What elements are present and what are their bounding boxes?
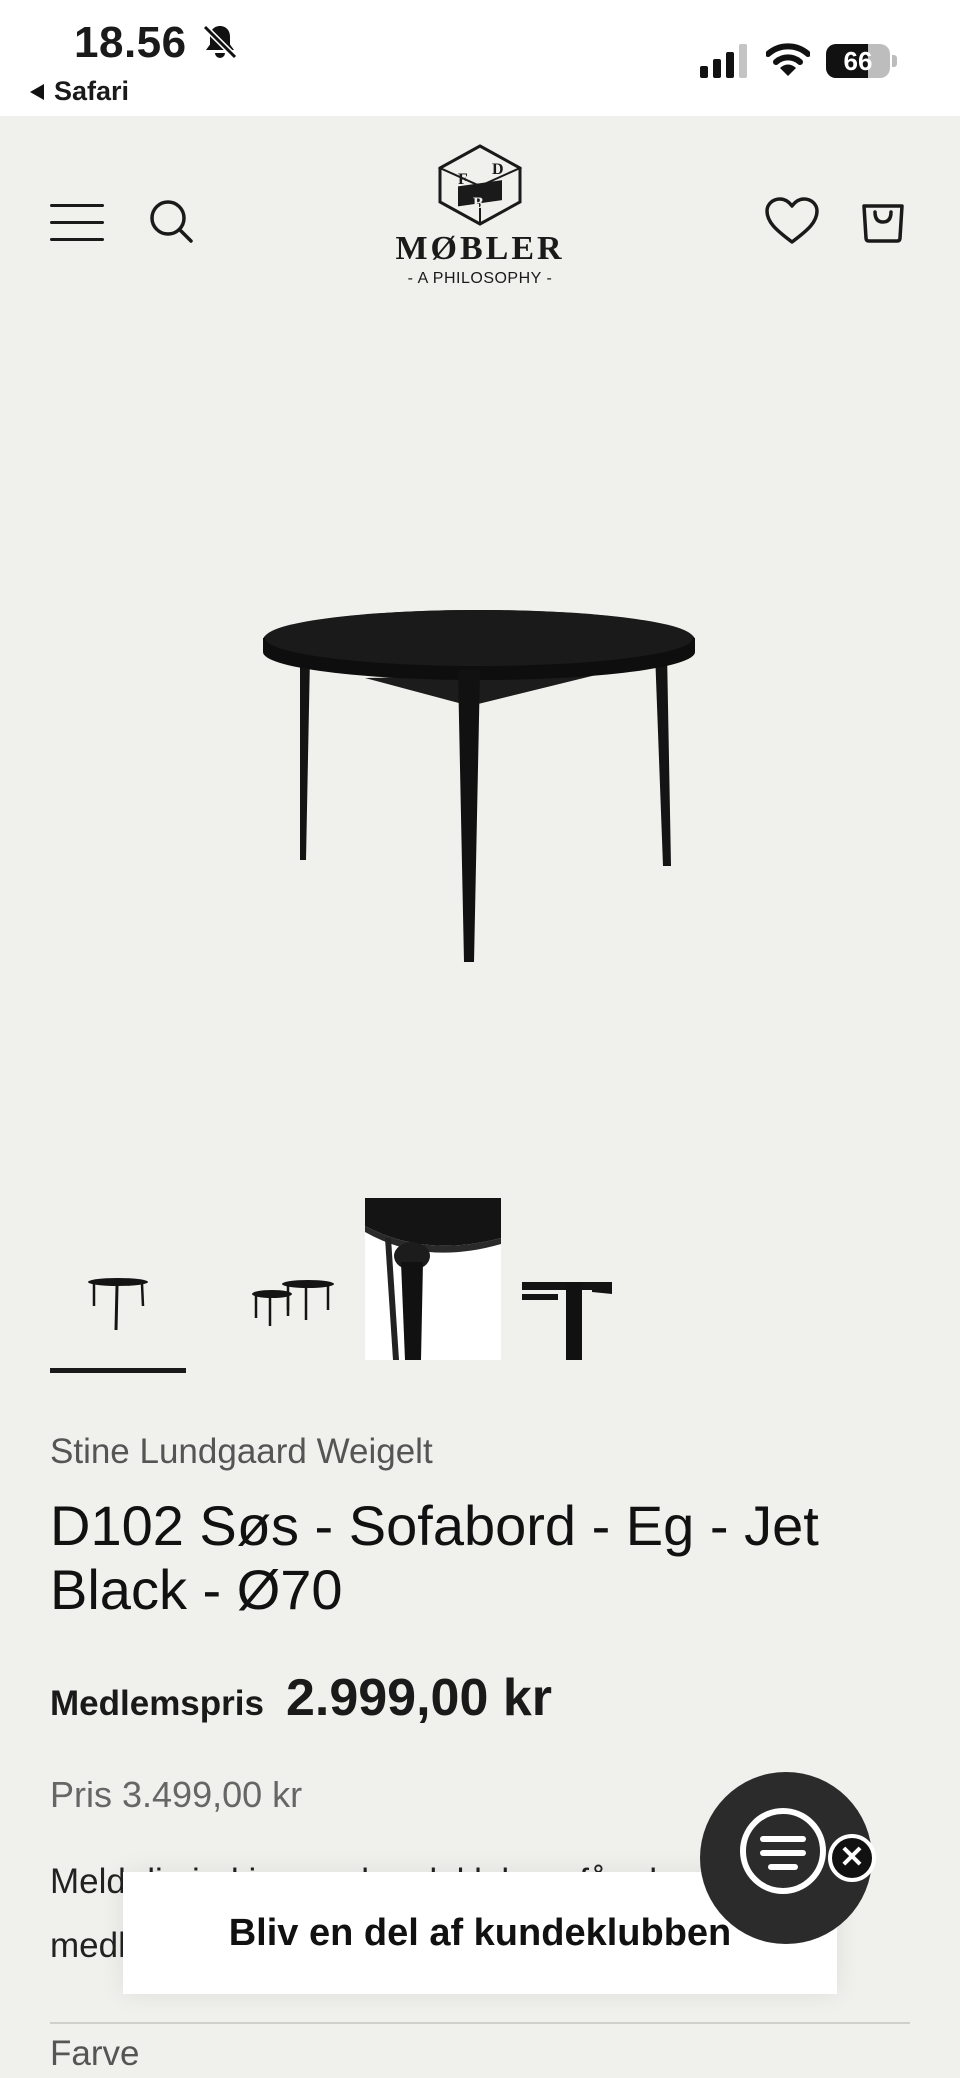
status-time: 18.56 (74, 18, 187, 67)
thumbnail-4[interactable] (522, 1198, 612, 1360)
status-bar: 18.56 Safari 66 (0, 0, 960, 116)
logo-tagline: - A PHILOSOPHY - (407, 270, 553, 287)
heart-icon[interactable] (764, 196, 820, 246)
back-arrow-icon (30, 83, 44, 100)
site-logo[interactable]: F D B MØBLER - A PHILOSOPHY - (380, 142, 580, 302)
logo-wordmark: MØBLER (395, 230, 565, 267)
battery-icon: 66 (826, 44, 897, 78)
product-designer[interactable]: Stine Lundgaard Weigelt (50, 1432, 433, 1472)
thumbnail-strip (0, 1198, 960, 1378)
regular-price: Pris 3.499,00 kr (50, 1774, 303, 1815)
product-main-image[interactable] (0, 326, 960, 1186)
site-header: F D B MØBLER - A PHILOSOPHY - (0, 116, 960, 326)
back-to-safari[interactable]: Safari (30, 76, 129, 107)
search-icon[interactable] (148, 198, 194, 244)
back-app-label: Safari (54, 76, 130, 106)
logo-letter-1: F (458, 171, 468, 188)
thumbnail-active-indicator (50, 1368, 186, 1373)
cellular-signal-icon (700, 44, 747, 78)
menu-icon[interactable] (50, 204, 104, 242)
battery-level: 66 (843, 46, 873, 76)
product-title: D102 Søs - Sofabord - Eg - Jet Black - Ø… (50, 1494, 819, 1621)
color-label: Farve (50, 2034, 140, 2073)
section-divider (50, 2022, 910, 2024)
thumbnail-2[interactable] (222, 1198, 358, 1360)
logo-mark-icon: F D B (437, 144, 523, 226)
member-price-value: 2.999,00 kr (285, 1669, 552, 1727)
chat-icon (740, 1808, 826, 1894)
bell-slash-icon (202, 24, 238, 60)
member-price-label: Medlemspris (50, 1684, 264, 1723)
logo-letter-3: B (473, 195, 484, 212)
shopping-bag-icon[interactable] (858, 194, 908, 244)
thumbnail-1[interactable] (50, 1198, 186, 1360)
wifi-icon (766, 43, 810, 76)
thumbnail-3[interactable] (365, 1198, 501, 1360)
close-icon[interactable]: ✕ (828, 1834, 876, 1882)
logo-letter-2: D (492, 161, 504, 178)
club-signup-banner-label: Bliv en del af kundeklubben (228, 1911, 732, 1954)
coffee-table-image (263, 610, 695, 962)
member-price-row: Medlemspris 2.999,00 kr (50, 1668, 552, 1728)
